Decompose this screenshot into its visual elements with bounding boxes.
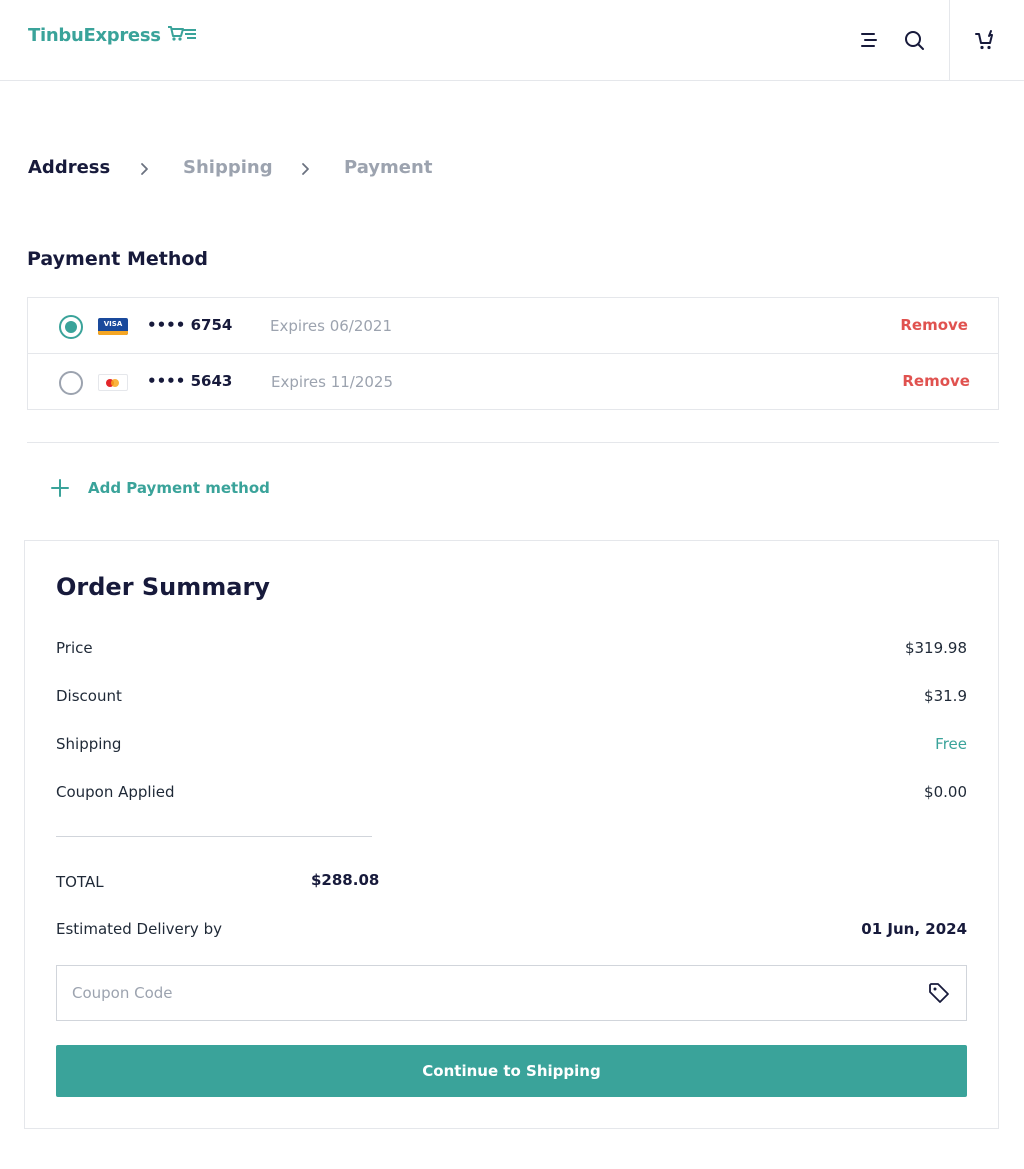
step-payment[interactable]: Payment <box>344 157 432 178</box>
mastercard-card-icon <box>98 374 128 391</box>
visa-card-logo-text: VISA <box>103 320 123 328</box>
order-summary-panel: Order Summary Price $319.98 Discount $31… <box>24 540 999 1129</box>
delivery-label: Estimated Delivery by <box>56 920 222 938</box>
section-divider <box>27 442 999 443</box>
total-value: $288.08 <box>311 871 380 889</box>
summary-divider <box>56 836 372 837</box>
cart-icon[interactable] <box>974 29 996 51</box>
coupon-field <box>56 965 967 1021</box>
menu-icon[interactable] <box>858 29 880 51</box>
card-number: •••• 5643 <box>147 372 233 390</box>
chevron-right-icon <box>297 161 313 177</box>
summary-row-price: Price $319.98 <box>56 639 967 661</box>
top-header: TinbuExpress <box>0 0 1024 81</box>
card-expiry: Expires 06/2021 <box>270 317 393 335</box>
card-radio-unselected[interactable] <box>59 371 83 395</box>
continue-to-shipping-button[interactable]: Continue to Shipping <box>56 1045 967 1097</box>
header-divider <box>949 0 950 80</box>
summary-value: $319.98 <box>904 639 967 657</box>
cart-speed-logo-icon <box>167 24 197 46</box>
card-radio-selected[interactable] <box>59 315 83 339</box>
summary-label: Price <box>56 639 93 657</box>
card-row[interactable]: •••• 5643 Expires 11/2025 Remove <box>28 354 998 410</box>
total-label: TOTAL <box>56 873 104 891</box>
summary-label: Coupon Applied <box>56 783 175 801</box>
visa-card-icon: VISA <box>98 318 128 335</box>
order-summary-title: Order Summary <box>56 573 270 601</box>
step-address[interactable]: Address <box>28 157 110 178</box>
summary-value: Free <box>935 735 967 753</box>
saved-cards-list: VISA •••• 6754 Expires 06/2021 Remove ••… <box>27 297 999 410</box>
card-row[interactable]: VISA •••• 6754 Expires 06/2021 Remove <box>28 298 998 354</box>
tag-icon[interactable] <box>928 982 950 1004</box>
plus-icon <box>50 478 70 498</box>
delivery-date: 01 Jun, 2024 <box>861 920 967 938</box>
add-payment-method-button[interactable]: Add Payment method <box>50 476 270 500</box>
search-icon[interactable] <box>903 29 925 51</box>
summary-row-shipping: Shipping Free <box>56 735 967 757</box>
remove-card-button[interactable]: Remove <box>900 316 968 334</box>
summary-row-coupon: Coupon Applied $0.00 <box>56 783 967 805</box>
brand-logo[interactable]: TinbuExpress <box>28 24 197 46</box>
summary-row-discount: Discount $31.9 <box>56 687 967 709</box>
card-number: •••• 6754 <box>147 316 233 334</box>
coupon-code-input[interactable] <box>57 966 907 1020</box>
logo-text: TinbuExpress <box>28 24 161 46</box>
step-shipping[interactable]: Shipping <box>183 157 273 178</box>
chevron-right-icon <box>136 161 152 177</box>
add-payment-method-label: Add Payment method <box>88 479 270 497</box>
summary-label: Discount <box>56 687 122 705</box>
payment-method-title: Payment Method <box>27 248 209 270</box>
card-expiry: Expires 11/2025 <box>271 373 394 391</box>
summary-value: $31.9 <box>924 687 967 705</box>
summary-label: Shipping <box>56 735 122 753</box>
remove-card-button[interactable]: Remove <box>902 372 970 390</box>
estimated-delivery-row: Estimated Delivery by 01 Jun, 2024 <box>56 920 967 942</box>
summary-value: $0.00 <box>924 783 967 801</box>
